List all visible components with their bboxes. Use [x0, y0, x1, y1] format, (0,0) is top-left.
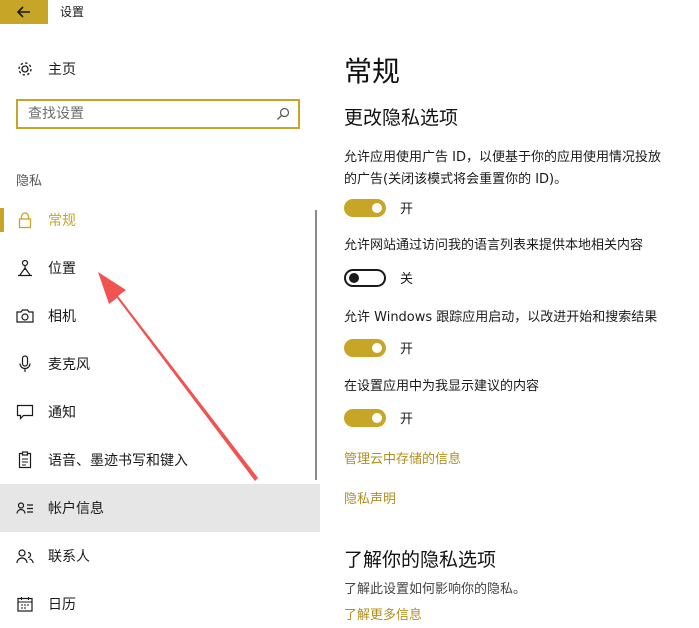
toggle-row-suggested-content: 开 [344, 408, 413, 427]
active-indicator [0, 208, 4, 232]
home-label: 主页 [48, 62, 76, 78]
sidebar-item-general[interactable]: 常规 [0, 196, 320, 244]
learn-more-link[interactable]: 了解更多信息 [344, 604, 422, 623]
sidebar-item-microphone[interactable]: 麦克风 [0, 340, 320, 388]
contacts-icon [16, 549, 34, 564]
back-button[interactable] [0, 0, 48, 24]
sidebar-item-contacts[interactable]: 联系人 [0, 532, 320, 580]
toggle-state: 开 [400, 202, 414, 217]
calendar-icon [17, 597, 33, 612]
sidebar-item-label: 帐户信息 [48, 501, 104, 517]
toggle-row-language-list: 关 [344, 268, 413, 287]
microphone-icon [19, 355, 31, 372]
sidebar-item-label: 位置 [48, 261, 76, 277]
search-icon[interactable] [276, 107, 290, 121]
lock-icon [18, 212, 32, 229]
setting-desc-advertising-id: 允许应用使用广告 ID，以便基于你的应用使用情况投放 的广告(关闭该模式将会重置… [344, 150, 661, 187]
learn-privacy-desc: 了解此设置如何影响你的隐私。 [344, 582, 527, 597]
sidebar-item-camera[interactable]: 相机 [0, 292, 320, 340]
learn-privacy-title: 了解你的隐私选项 [344, 549, 497, 571]
toggle-state: 开 [400, 412, 414, 427]
home-nav[interactable]: 主页 [16, 58, 76, 80]
manage-cloud-info-link[interactable]: 管理云中存储的信息 [344, 448, 461, 467]
sidebar-item-label: 相机 [48, 309, 76, 325]
section-label-privacy: 隐私 [16, 174, 43, 189]
sidebar-item-label: 语音、墨迹书写和键入 [48, 453, 188, 469]
search-box[interactable] [16, 99, 300, 129]
privacy-statement-link[interactable]: 隐私声明 [344, 488, 396, 507]
back-arrow-icon [17, 6, 30, 18]
sidebar-item-label: 通知 [48, 405, 76, 421]
sidebar-item-notifications[interactable]: 通知 [0, 388, 320, 436]
toggle-state: 关 [400, 272, 414, 287]
search-input[interactable] [28, 106, 268, 122]
app-launch-tracking-toggle[interactable] [344, 338, 386, 357]
toggle-row-advertising-id: 开 [344, 198, 413, 217]
clipboard-icon [18, 451, 32, 469]
setting-desc-language-list: 允许网站通过访问我的语言列表来提供本地相关内容 [344, 238, 644, 253]
sidebar-item-label: 常规 [48, 213, 76, 229]
sidebar-item-speech-inking-typing[interactable]: 语音、墨迹书写和键入 [0, 436, 320, 484]
gear-icon [18, 62, 32, 76]
sidebar-item-label: 联系人 [48, 549, 90, 565]
language-list-toggle[interactable] [344, 268, 386, 287]
section-title: 更改隐私选项 [344, 107, 459, 129]
sidebar-item-location[interactable]: 位置 [0, 244, 320, 292]
page-title: 常规 [344, 55, 401, 88]
sidebar-item-label: 日历 [48, 597, 76, 613]
setting-desc-app-launch-tracking: 允许 Windows 跟踪应用启动，以改进开始和搜索结果 [344, 310, 658, 325]
suggested-content-toggle[interactable] [344, 408, 386, 427]
sidebar-item-account-info[interactable]: 帐户信息 [0, 484, 320, 532]
toggle-row-app-launch-tracking: 开 [344, 338, 413, 357]
sidebar-scrollbar[interactable] [315, 210, 317, 480]
setting-desc-suggested-content: 在设置应用中为我显示建议的内容 [344, 379, 540, 394]
location-icon [18, 259, 32, 277]
account-info-icon [16, 502, 33, 514]
toggle-state: 开 [400, 342, 414, 357]
app-title: 设置 [60, 5, 85, 19]
notification-icon [16, 404, 34, 420]
camera-icon [16, 309, 34, 323]
sidebar-item-label: 麦克风 [48, 357, 90, 373]
advertising-id-toggle[interactable] [344, 198, 386, 217]
